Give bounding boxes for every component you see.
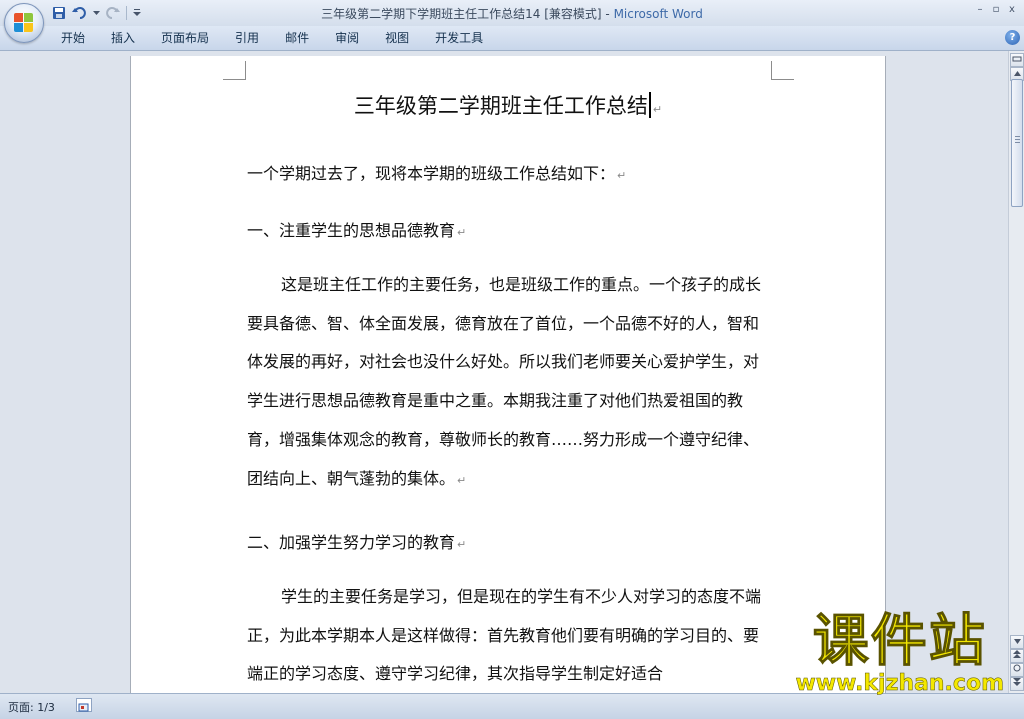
undo-button[interactable] bbox=[71, 4, 89, 22]
double-arrow-up-icon bbox=[1013, 650, 1021, 658]
paragraph-2-text: 学生的主要任务是学习，但是现在的学生有不少人对学习的态度不端正，为此本学期本人是… bbox=[247, 587, 762, 684]
scroll-grip bbox=[1015, 142, 1020, 143]
tab-developer[interactable]: 开发工具 bbox=[422, 26, 496, 50]
tab-references[interactable]: 引用 bbox=[222, 26, 272, 50]
restore-button[interactable]: ▫ bbox=[988, 2, 1004, 16]
app-name: Microsoft Word bbox=[613, 7, 703, 21]
tab-page-layout[interactable]: 页面布局 bbox=[148, 26, 222, 50]
paragraph-1-text: 这是班主任工作的主要任务，也是班级工作的重点。一个孩子的成长要具备德、智、体全面… bbox=[247, 275, 762, 488]
arrow-up-icon bbox=[1013, 71, 1021, 76]
intro-line: 一个学期过去了，现将本学期的班级工作总结如下： ↵ bbox=[247, 160, 626, 184]
qat-separator bbox=[126, 6, 127, 20]
vertical-scrollbar[interactable] bbox=[1008, 51, 1024, 693]
previous-page-button[interactable] bbox=[1010, 649, 1024, 663]
select-browse-object-button[interactable] bbox=[1010, 663, 1024, 677]
undo-dropdown-button[interactable] bbox=[92, 4, 100, 22]
paragraph-mark: ↵ bbox=[457, 473, 467, 487]
window-title: 三年级第二学期下学期班主任工作总结14 [兼容模式] - Microsoft W… bbox=[0, 5, 1024, 22]
tab-review[interactable]: 审阅 bbox=[322, 26, 372, 50]
section-heading-2-text: 二、加强学生努力学习的教育 bbox=[247, 533, 456, 552]
document-page[interactable]: 三年级第二学期班主任工作总结 ↵ 一个学期过去了，现将本学期的班级工作总结如下： ↵… bbox=[130, 56, 886, 696]
document-title-text: 三年级第二学期班主任工作总结 bbox=[353, 94, 648, 118]
paragraph-mark: ↵ bbox=[457, 538, 467, 551]
document-area: 三年级第二学期班主任工作总结 ↵ 一个学期过去了，现将本学期的班级工作总结如下： ↵… bbox=[0, 51, 1008, 696]
watermark-url: www.kjzhan.com bbox=[795, 671, 1004, 696]
window-controls: – ▫ x bbox=[972, 2, 1020, 16]
title-bar: 三年级第二学期下学期班主任工作总结14 [兼容模式] - Microsoft W… bbox=[0, 0, 1024, 43]
chevron-down-icon bbox=[133, 9, 141, 16]
ribbon-tabs-bar: 开始 插入 页面布局 引用 邮件 审阅 视图 开发工具 ? bbox=[0, 26, 1024, 51]
margin-corner-mark bbox=[771, 61, 794, 80]
book-check-icon bbox=[78, 703, 89, 712]
chevron-down-icon bbox=[92, 10, 100, 15]
paragraph-2: 学生的主要任务是学习，但是现在的学生有不少人对学习的态度不端正，为此本学期本人是… bbox=[247, 578, 773, 694]
ribbon-tabs: 开始 插入 页面布局 引用 邮件 审阅 视图 开发工具 bbox=[48, 26, 496, 50]
minimize-button[interactable]: – bbox=[972, 2, 988, 16]
document-name: 三年级第二学期下学期班主任工作总结14 [兼容模式] - bbox=[321, 7, 614, 21]
office-logo-icon bbox=[14, 13, 34, 33]
scroll-grip bbox=[1015, 139, 1020, 140]
next-page-button[interactable] bbox=[1010, 677, 1024, 691]
save-icon bbox=[53, 7, 65, 19]
paragraph-mark: ↵ bbox=[457, 226, 467, 239]
paragraph-1: 这是班主任工作的主要任务，也是班级工作的重点。一个孩子的成长要具备德、智、体全面… bbox=[247, 266, 773, 500]
redo-icon bbox=[106, 7, 120, 19]
margin-corner-mark bbox=[223, 61, 246, 80]
quick-access-toolbar bbox=[50, 4, 142, 22]
scroll-down-button[interactable] bbox=[1010, 635, 1024, 649]
tab-mailings[interactable]: 邮件 bbox=[272, 26, 322, 50]
section-heading-1-text: 一、注重学生的思想品德教育 bbox=[247, 221, 456, 240]
document-title: 三年级第二学期班主任工作总结 ↵ bbox=[131, 90, 885, 120]
customize-qat-button[interactable] bbox=[132, 4, 142, 22]
circle-icon bbox=[1013, 664, 1021, 672]
status-bar: 页面: 1/3 bbox=[0, 693, 1024, 719]
arrow-down-icon bbox=[1013, 639, 1021, 644]
tab-home[interactable]: 开始 bbox=[48, 26, 98, 50]
redo-button[interactable] bbox=[103, 4, 121, 22]
close-button[interactable]: x bbox=[1004, 2, 1020, 16]
undo-icon bbox=[72, 7, 86, 19]
save-button[interactable] bbox=[50, 4, 68, 22]
section-heading-2: 二、加强学生努力学习的教育 ↵ bbox=[247, 529, 466, 553]
section-heading-1: 一、注重学生的思想品德教育 ↵ bbox=[247, 217, 466, 241]
help-icon[interactable]: ? bbox=[1005, 30, 1020, 45]
ruler-icon bbox=[1012, 56, 1022, 62]
double-arrow-down-icon bbox=[1013, 678, 1021, 686]
scroll-thumb[interactable] bbox=[1011, 79, 1023, 207]
text-cursor bbox=[648, 92, 651, 118]
scroll-grip bbox=[1015, 136, 1020, 137]
page-count-status[interactable]: 页面: 1/3 bbox=[8, 699, 55, 715]
paragraph-mark: ↵ bbox=[652, 103, 663, 116]
paragraph-mark: ↵ bbox=[617, 169, 627, 182]
office-button[interactable] bbox=[4, 3, 44, 43]
proofing-icon[interactable] bbox=[76, 698, 92, 712]
tab-view[interactable]: 视图 bbox=[372, 26, 422, 50]
ruler-toggle-button[interactable] bbox=[1010, 53, 1024, 67]
site-watermark: 课件站 www.kjzhan.com bbox=[795, 609, 1004, 696]
intro-text: 一个学期过去了，现将本学期的班级工作总结如下： bbox=[247, 164, 616, 183]
tab-insert[interactable]: 插入 bbox=[98, 26, 148, 50]
watermark-chinese: 课件站 bbox=[812, 609, 987, 674]
